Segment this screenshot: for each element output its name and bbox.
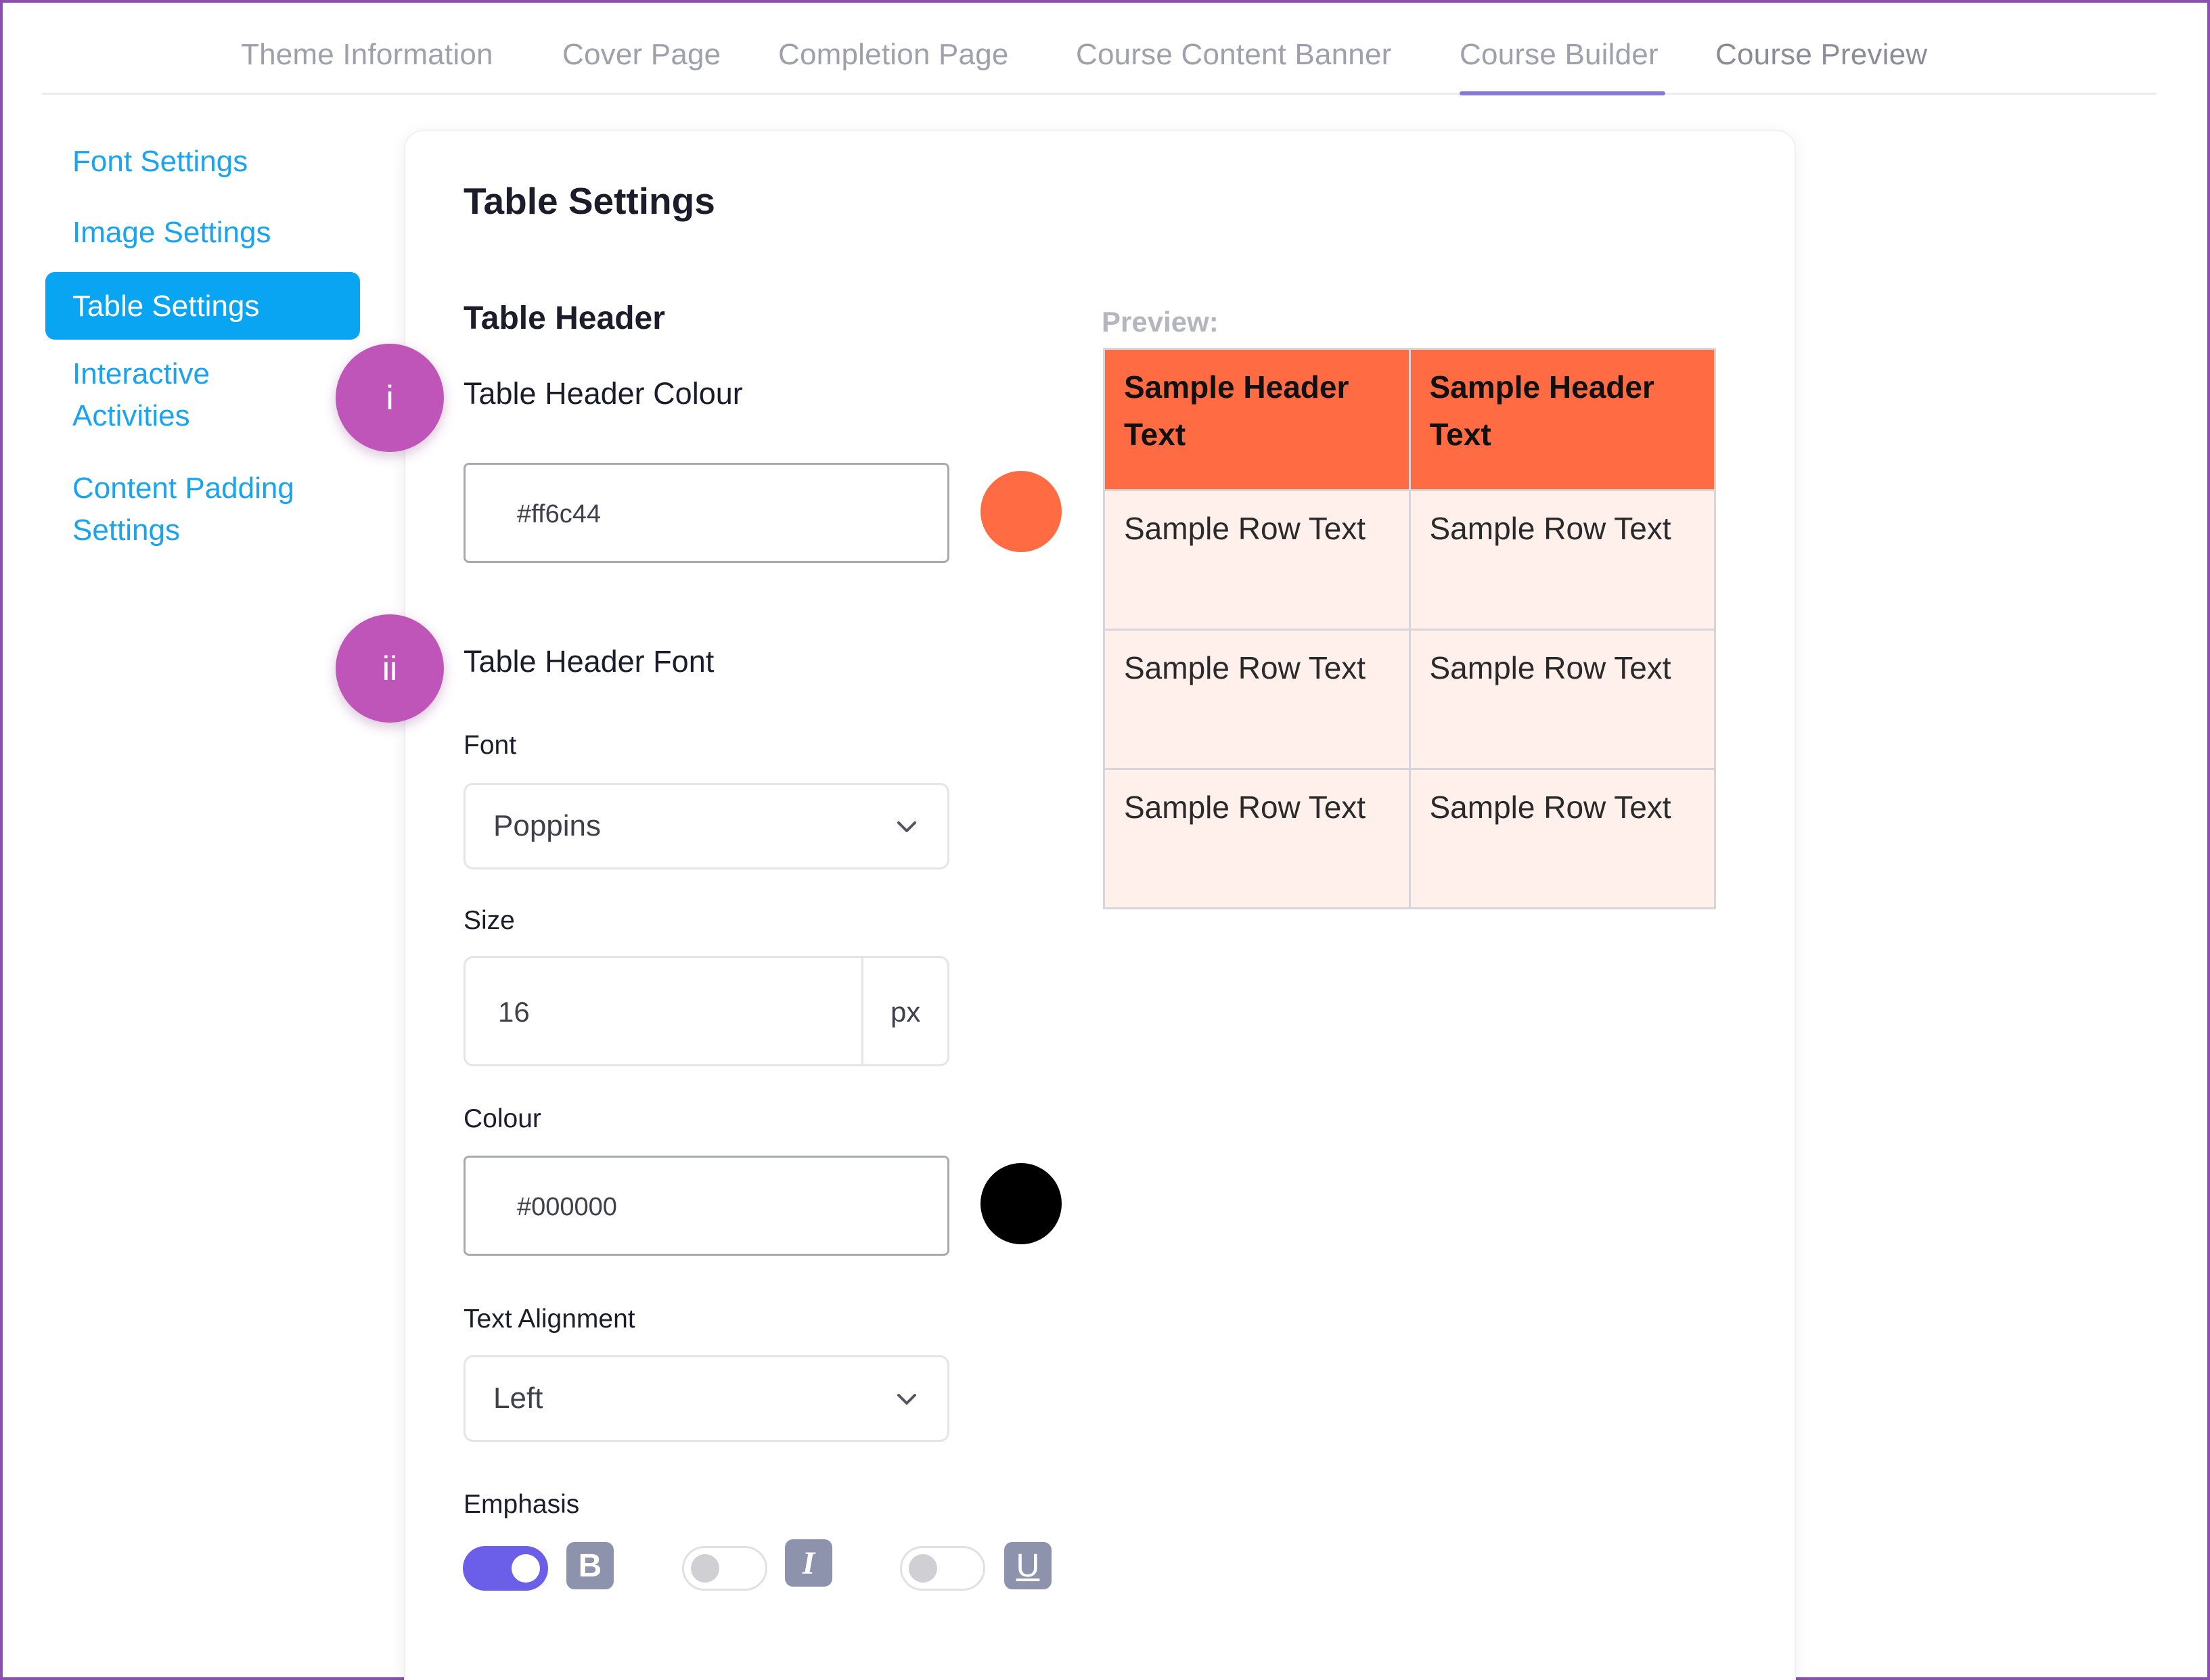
top-tab-bar: Theme Information Cover Page Completion … bbox=[42, 0, 2157, 95]
preview-row-cell: Sample Row Text bbox=[1408, 629, 1716, 770]
sidebar-item-label-line2: Activities bbox=[72, 399, 190, 432]
sidebar-item-label-line1: Content Padding bbox=[72, 472, 294, 505]
preview-header-row: Sample Header Text Sample Header Text bbox=[1103, 348, 1716, 491]
colour-label: Colour bbox=[464, 1104, 541, 1133]
text-alignment-label: Text Alignment bbox=[464, 1304, 635, 1334]
table-row: Sample Row Text Sample Row Text bbox=[1103, 629, 1716, 770]
callout-badge-ii: ii bbox=[336, 614, 444, 723]
active-tab-indicator bbox=[1460, 91, 1665, 95]
underline-icon: U bbox=[1004, 1542, 1052, 1589]
bold-toggle[interactable] bbox=[463, 1546, 548, 1591]
table-row: Sample Row Text Sample Row Text bbox=[1103, 768, 1716, 909]
sidebar-item-label-line2: Settings bbox=[72, 514, 180, 547]
tab-course-content-banner[interactable]: Course Content Banner bbox=[1076, 38, 1391, 72]
font-colour-value: #000000 bbox=[517, 1193, 617, 1221]
tab-course-preview[interactable]: Course Preview bbox=[1715, 38, 1927, 72]
underline-toggle[interactable] bbox=[900, 1546, 985, 1591]
header-colour-swatch[interactable] bbox=[980, 471, 1062, 552]
tab-cover-page[interactable]: Cover Page bbox=[562, 38, 721, 72]
preview-row-cell: Sample Row Text bbox=[1408, 768, 1716, 909]
preview-row-cell: Sample Row Text bbox=[1103, 768, 1411, 909]
font-colour-swatch[interactable] bbox=[980, 1163, 1062, 1244]
section-title: Table Header bbox=[464, 300, 665, 336]
size-input[interactable]: 16 px bbox=[464, 956, 949, 1066]
tab-theme-information[interactable]: Theme Information bbox=[241, 38, 493, 72]
sidebar-item-label-line1: Interactive bbox=[72, 357, 210, 390]
toggle-knob bbox=[691, 1554, 719, 1583]
chevron-down-icon bbox=[897, 1394, 916, 1405]
size-unit: px bbox=[890, 996, 921, 1028]
header-colour-input[interactable]: #ff6c44 bbox=[464, 463, 949, 563]
sidebar-item-content-padding-settings[interactable]: Content Padding Settings bbox=[72, 468, 294, 551]
toggle-knob bbox=[512, 1554, 540, 1583]
preview-header-cell: Sample Header Text bbox=[1408, 348, 1716, 491]
text-alignment-select[interactable]: Left bbox=[464, 1355, 949, 1442]
sidebar-item-interactive-activities[interactable]: Interactive Activities bbox=[72, 353, 210, 437]
tab-course-builder[interactable]: Course Builder bbox=[1460, 38, 1659, 72]
header-font-label: Table Header Font bbox=[464, 644, 715, 679]
tab-completion-page[interactable]: Completion Page bbox=[778, 38, 1009, 72]
table-row: Sample Row Text Sample Row Text bbox=[1103, 489, 1716, 631]
italic-toggle[interactable] bbox=[682, 1546, 767, 1591]
sidebar-item-table-settings[interactable]: Table Settings bbox=[45, 272, 360, 340]
callout-badge-i: i bbox=[336, 344, 444, 452]
font-select-value: Poppins bbox=[493, 809, 602, 842]
preview-row-cell: Sample Row Text bbox=[1408, 489, 1716, 631]
preview-row-cell: Sample Row Text bbox=[1103, 629, 1411, 770]
preview-table: Sample Header Text Sample Header Text Sa… bbox=[1103, 348, 1716, 909]
size-divider bbox=[861, 958, 863, 1064]
toggle-knob bbox=[909, 1554, 937, 1583]
size-label: Size bbox=[464, 906, 515, 935]
size-value: 16 bbox=[498, 996, 530, 1028]
text-alignment-value: Left bbox=[493, 1382, 543, 1415]
preview-row-cell: Sample Row Text bbox=[1103, 489, 1411, 631]
sidebar-item-image-settings[interactable]: Image Settings bbox=[72, 212, 271, 254]
sidebar-item-label: Table Settings bbox=[72, 290, 260, 323]
header-colour-value: #ff6c44 bbox=[517, 500, 601, 528]
bold-icon: B bbox=[566, 1542, 614, 1589]
italic-icon: I bbox=[785, 1539, 832, 1587]
chevron-down-icon bbox=[897, 821, 916, 832]
preview-label: Preview: bbox=[1102, 306, 1219, 338]
page-title: Table Settings bbox=[464, 180, 715, 222]
font-label: Font bbox=[464, 731, 517, 760]
emphasis-label: Emphasis bbox=[464, 1490, 580, 1519]
sidebar-item-font-settings[interactable]: Font Settings bbox=[72, 141, 248, 183]
font-select[interactable]: Poppins bbox=[464, 783, 949, 869]
preview-header-cell: Sample Header Text bbox=[1103, 348, 1411, 491]
font-colour-input[interactable]: #000000 bbox=[464, 1156, 949, 1256]
header-colour-label: Table Header Colour bbox=[464, 376, 743, 411]
